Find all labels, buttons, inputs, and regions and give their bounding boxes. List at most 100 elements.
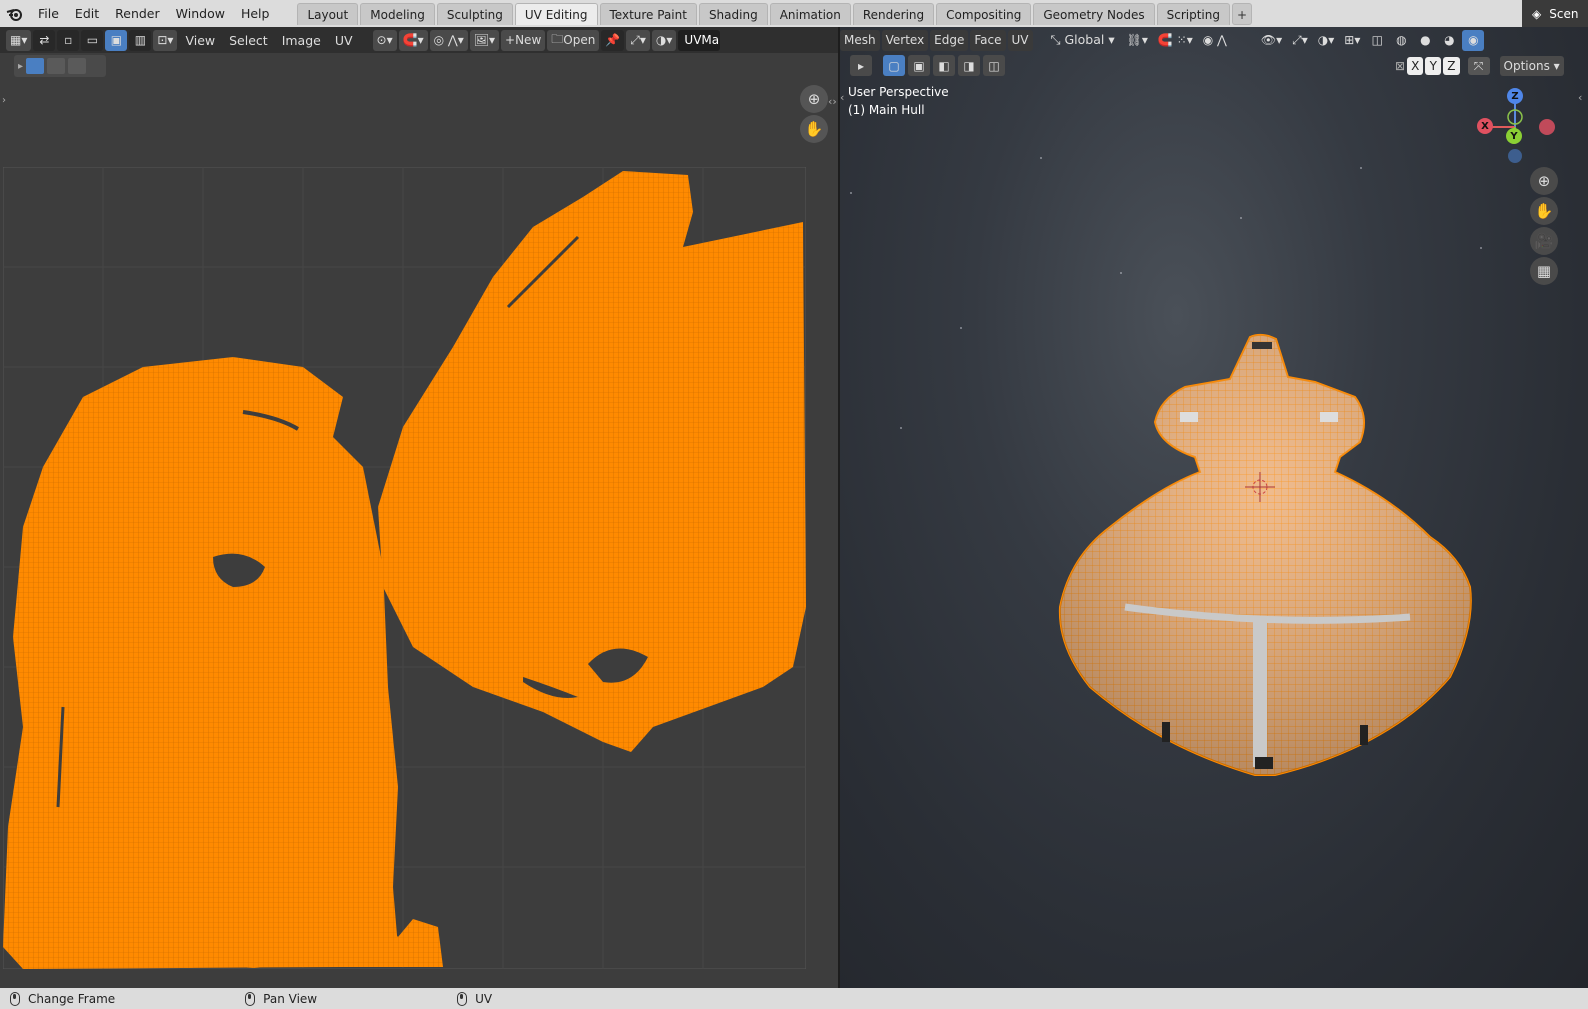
options-dropdown[interactable]: Options ▾ (1499, 56, 1564, 76)
gizmo-z-axis[interactable]: Z (1507, 88, 1523, 104)
viewport-gizmo-icon[interactable]: ⤢▾ (1288, 30, 1312, 51)
tab-layout[interactable]: Layout (297, 3, 359, 25)
sync-selection-icon[interactable]: ⇄ (33, 29, 56, 51)
shading-rendered-icon[interactable]: ◉ (1462, 29, 1485, 51)
select-difference-mode-icon[interactable]: ◨ (958, 55, 980, 76)
blender-logo-icon[interactable] (0, 0, 30, 27)
uv-island-small[interactable] (95, 936, 151, 968)
mirror-y-button[interactable]: Y (1425, 57, 1442, 75)
tab-uv-editing[interactable]: UV Editing (514, 3, 598, 25)
menu-file[interactable]: File (30, 0, 67, 27)
shading-wireframe-icon[interactable]: ◍ (1390, 30, 1412, 51)
viewport-overlay-icon[interactable]: ◑▾ (1314, 30, 1339, 51)
uv-island-small[interactable] (225, 936, 281, 968)
shading-material-icon[interactable]: ◕ (1438, 30, 1460, 51)
select-mode-vertex-icon[interactable]: ▫ (57, 29, 80, 51)
tab-compositing[interactable]: Compositing (936, 3, 1032, 25)
editor-type-icon[interactable]: ▦▾ (6, 29, 32, 51)
camera-view-icon[interactable]: 🎥 (1530, 227, 1558, 255)
tab-scripting[interactable]: Scripting (1156, 3, 1230, 25)
tab-animation[interactable]: Animation (769, 3, 851, 25)
add-workspace-button[interactable]: + (1231, 3, 1252, 25)
xray-icon[interactable]: ◫ (1366, 30, 1388, 51)
viewport-pan-icon[interactable]: ✋ (1530, 197, 1558, 225)
status-change-frame: Change Frame (0, 991, 116, 1006)
tab-texture-paint[interactable]: Texture Paint (599, 3, 697, 25)
select-mode-face-icon[interactable]: ▣ (105, 29, 128, 51)
viewport-mode-uv[interactable]: UV (1007, 29, 1033, 51)
pin-icon[interactable]: 📌 (601, 29, 625, 51)
mirror-x-button[interactable]: X (1407, 57, 1424, 75)
select-subtract-icon[interactable] (68, 58, 87, 74)
uv-menu-image[interactable]: Image (276, 33, 327, 48)
viewport-zoom-icon[interactable]: ⊕ (1530, 167, 1558, 195)
transform-orientation[interactable]: ⤡ Global ▾ (1045, 32, 1121, 48)
viewport-mode-face[interactable]: Face (970, 29, 1006, 51)
uv-menu-view[interactable]: View (179, 33, 221, 48)
gizmo-y-axis[interactable]: Y (1506, 128, 1522, 144)
toolbar-expand-icon[interactable]: › (2, 95, 6, 106)
uv-island-small[interactable] (160, 936, 216, 968)
proportional-icon[interactable]: ◉ ⋀ (1199, 30, 1231, 51)
status-change-frame-label: Change Frame (28, 991, 116, 1006)
gizmo-x-axis[interactable]: X (1477, 118, 1493, 134)
select-mode-edge-icon[interactable]: ▭ (81, 29, 104, 51)
pan-hand-icon[interactable]: ✋ (800, 115, 828, 143)
tab-shading[interactable]: Shading (698, 3, 768, 25)
status-pan-view: Pan View (235, 991, 317, 1006)
menu-window[interactable]: Window (168, 0, 233, 27)
menu-help[interactable]: Help (233, 0, 278, 27)
shading-solid-icon[interactable]: ● (1414, 30, 1436, 51)
menu-render[interactable]: Render (107, 0, 168, 27)
sidebar-expand-icon[interactable]: ‹› (828, 95, 837, 108)
gizmo-toggle-icon[interactable]: ⤢▾ (626, 29, 650, 51)
tab-modeling[interactable]: Modeling (360, 3, 435, 25)
mesh-overlay-icon[interactable]: ⊞▾ (1340, 30, 1364, 51)
select-extend-icon[interactable] (47, 58, 66, 74)
uv-menu-uv[interactable]: UV (329, 33, 359, 48)
viewport-collapse-icon[interactable]: ‹ (840, 91, 844, 104)
viewport-sidebar-icon[interactable]: ‹ (1578, 91, 1582, 104)
select-intersect-mode-icon[interactable]: ◫ (983, 55, 1005, 76)
pivot-icon[interactable]: ⊙▾ (372, 29, 397, 51)
select-subtract-mode-icon[interactable]: ◧ (933, 55, 955, 76)
3d-viewport[interactable]: Mesh Vertex Edge Face UV ⤡ Global ▾ ⛓▾ 🧲… (840, 27, 1588, 988)
scene-selector[interactable]: ◈ Scen (1522, 0, 1588, 27)
image-browse-icon[interactable]: 🖼▾ (469, 29, 500, 51)
select-tool-icon[interactable]: ▸ (850, 55, 872, 76)
mirror-icon: ⊠ (1395, 59, 1406, 73)
pivot-point-icon[interactable]: ⛓▾ (1123, 30, 1152, 51)
tab-sculpting[interactable]: Sculpting (436, 3, 513, 25)
main-hull-model[interactable] (1050, 327, 1490, 787)
tab-rendering[interactable]: Rendering (852, 3, 935, 25)
auto-merge-icon[interactable]: ⤧ (1467, 57, 1490, 75)
mirror-z-button[interactable]: Z (1443, 57, 1460, 75)
ortho-toggle-icon[interactable]: ▦ (1530, 257, 1558, 285)
status-bar: Change Frame Pan View UV (0, 988, 1588, 1009)
viewport-mode-edge[interactable]: Edge (930, 29, 969, 51)
snap-magnet-icon[interactable]: 🧲 ⁙▾ (1154, 30, 1197, 51)
uv-island-left[interactable] (3, 357, 398, 969)
uv-menu-select[interactable]: Select (223, 33, 274, 48)
tab-geometry-nodes[interactable]: Geometry Nodes (1033, 3, 1155, 25)
proportional-edit-icon[interactable]: ◎ ⋀▾ (429, 29, 468, 51)
snap-icon[interactable]: 🧲▾ (398, 29, 428, 51)
uvmap-selector[interactable]: UVMa (678, 29, 721, 51)
viewport-mode-mesh[interactable]: Mesh (840, 29, 880, 51)
menu-edit[interactable]: Edit (67, 0, 107, 27)
visibility-icon[interactable]: 👁▾ (1257, 30, 1286, 51)
overlay-toggle-icon[interactable]: ◑▾ (651, 29, 677, 51)
open-image-button[interactable]: 🗀 Open (547, 29, 600, 51)
uv-editor[interactable]: ▦▾ ⇄ ▫ ▭ ▣ ▥ ⊡▾ View Select Image UV ⊙▾ … (0, 27, 838, 988)
zoom-icon[interactable]: ⊕ (800, 85, 828, 113)
select-new-icon[interactable] (26, 58, 45, 74)
tool-cursor-icon[interactable]: ▸ (18, 61, 23, 72)
select-new-mode-icon[interactable]: ▢ (883, 55, 905, 76)
scene-icon: ◈ (1532, 6, 1542, 21)
sticky-select-icon[interactable]: ⊡▾ (153, 29, 178, 51)
select-extend-mode-icon[interactable]: ▣ (908, 55, 930, 76)
uv-grid-canvas[interactable] (3, 167, 806, 969)
viewport-mode-vertex[interactable]: Vertex (881, 29, 929, 51)
new-image-button[interactable]: + New (501, 29, 546, 51)
select-mode-island-icon[interactable]: ▥ (129, 29, 152, 51)
